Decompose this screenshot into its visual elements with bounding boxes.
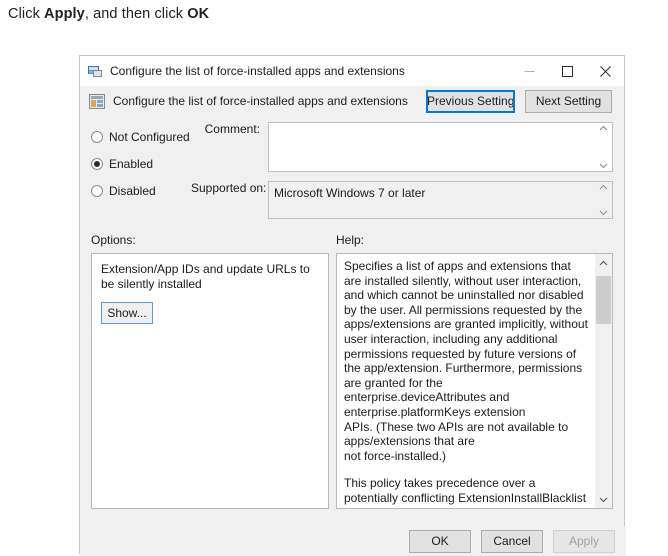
maximize-button[interactable] bbox=[548, 56, 586, 86]
instruction-bold-apply: Apply bbox=[44, 6, 85, 22]
radio-not-configured-icon bbox=[91, 131, 103, 143]
comment-field-row: Comment: bbox=[191, 122, 613, 172]
radio-disabled-icon bbox=[91, 185, 103, 197]
dialog-footer: OK Cancel Apply bbox=[80, 526, 626, 556]
group-policy-setting-dialog: Configure the list of force-installed ap… bbox=[79, 55, 626, 556]
radio-not-configured[interactable]: Not Configured bbox=[91, 126, 191, 148]
panel-spacer bbox=[329, 253, 336, 509]
help-scrollbar[interactable] bbox=[594, 254, 612, 508]
ok-button[interactable]: OK bbox=[409, 529, 471, 553]
policy-state-radio-group: Not Configured Enabled Disabled bbox=[91, 122, 191, 219]
field-spacer bbox=[191, 172, 613, 181]
scroll-down-icon[interactable] bbox=[599, 163, 608, 169]
supported-on-label: Supported on: bbox=[191, 181, 267, 195]
radio-not-configured-label: Not Configured bbox=[109, 130, 190, 144]
dialog-titlebar[interactable]: Configure the list of force-installed ap… bbox=[80, 56, 624, 86]
window-controls bbox=[510, 56, 624, 86]
setting-header-bar: Configure the list of force-installed ap… bbox=[80, 86, 624, 116]
close-button[interactable] bbox=[586, 56, 624, 86]
next-setting-button[interactable]: Next Setting bbox=[525, 89, 612, 113]
dialog-body: Not Configured Enabled Disabled Comment: bbox=[80, 122, 624, 509]
options-caption: Extension/App IDs and update URLs to be … bbox=[101, 262, 310, 291]
radio-enabled-label: Enabled bbox=[109, 157, 154, 171]
comment-scrollbar[interactable] bbox=[595, 123, 612, 171]
show-button[interactable]: Show... bbox=[101, 302, 153, 324]
setting-header-title: Configure the list of force-installed ap… bbox=[113, 94, 408, 108]
options-label: Options: bbox=[91, 233, 136, 247]
help-scrollbar-track[interactable] bbox=[595, 271, 612, 491]
help-paragraph: Specifies a list of apps and extensions … bbox=[344, 259, 588, 463]
scroll-up-icon[interactable] bbox=[599, 125, 608, 131]
previous-setting-button[interactable]: Previous Setting bbox=[426, 89, 515, 113]
radio-enabled[interactable]: Enabled bbox=[91, 153, 191, 175]
cancel-button[interactable]: Cancel bbox=[481, 529, 543, 553]
instruction-bold-ok: OK bbox=[187, 6, 210, 22]
instruction-middle: , and then click bbox=[84, 6, 188, 22]
help-scrollbar-thumb[interactable] bbox=[596, 276, 611, 324]
help-text: Specifies a list of apps and extensions … bbox=[337, 254, 594, 508]
help-paragraph: This policy takes precedence over a pote… bbox=[344, 476, 587, 508]
scroll-down-icon[interactable] bbox=[599, 210, 608, 216]
panel-headings: Options: Help: bbox=[91, 233, 613, 247]
scroll-up-icon[interactable] bbox=[595, 254, 612, 271]
supported-on-value: Microsoft Windows 7 or later bbox=[274, 186, 426, 200]
scroll-down-icon[interactable] bbox=[595, 491, 612, 508]
apply-button: Apply bbox=[553, 529, 615, 553]
policy-setting-icon bbox=[89, 93, 105, 109]
options-panel: Extension/App IDs and update URLs to be … bbox=[91, 253, 329, 509]
instruction-prefix: Click bbox=[8, 6, 45, 22]
minimize-button[interactable] bbox=[510, 56, 548, 86]
options-help-panels: Extension/App IDs and update URLs to be … bbox=[91, 253, 613, 509]
supported-on-input[interactable]: Microsoft Windows 7 or later bbox=[268, 181, 613, 219]
state-and-fields: Not Configured Enabled Disabled Comment: bbox=[91, 122, 613, 219]
supported-on-scrollbar[interactable] bbox=[595, 182, 612, 218]
policy-setting-icon bbox=[87, 63, 103, 79]
comment-input[interactable] bbox=[268, 122, 613, 172]
help-label: Help: bbox=[336, 233, 365, 247]
comment-label: Comment: bbox=[204, 122, 260, 136]
comment-supported-fields: Comment: Supported on: Microsoft Windows… bbox=[191, 122, 613, 219]
radio-disabled-label: Disabled bbox=[109, 184, 156, 198]
radio-enabled-icon bbox=[91, 158, 103, 170]
supported-on-field-row: Supported on: Microsoft Windows 7 or lat… bbox=[191, 181, 613, 219]
help-panel: Specifies a list of apps and extensions … bbox=[336, 253, 613, 509]
dialog-title: Configure the list of force-installed ap… bbox=[110, 64, 405, 78]
comment-value bbox=[269, 123, 595, 171]
instruction-text: Click Apply, and then click OK bbox=[8, 6, 209, 22]
scroll-up-icon[interactable] bbox=[599, 184, 608, 190]
radio-disabled[interactable]: Disabled bbox=[91, 180, 191, 202]
